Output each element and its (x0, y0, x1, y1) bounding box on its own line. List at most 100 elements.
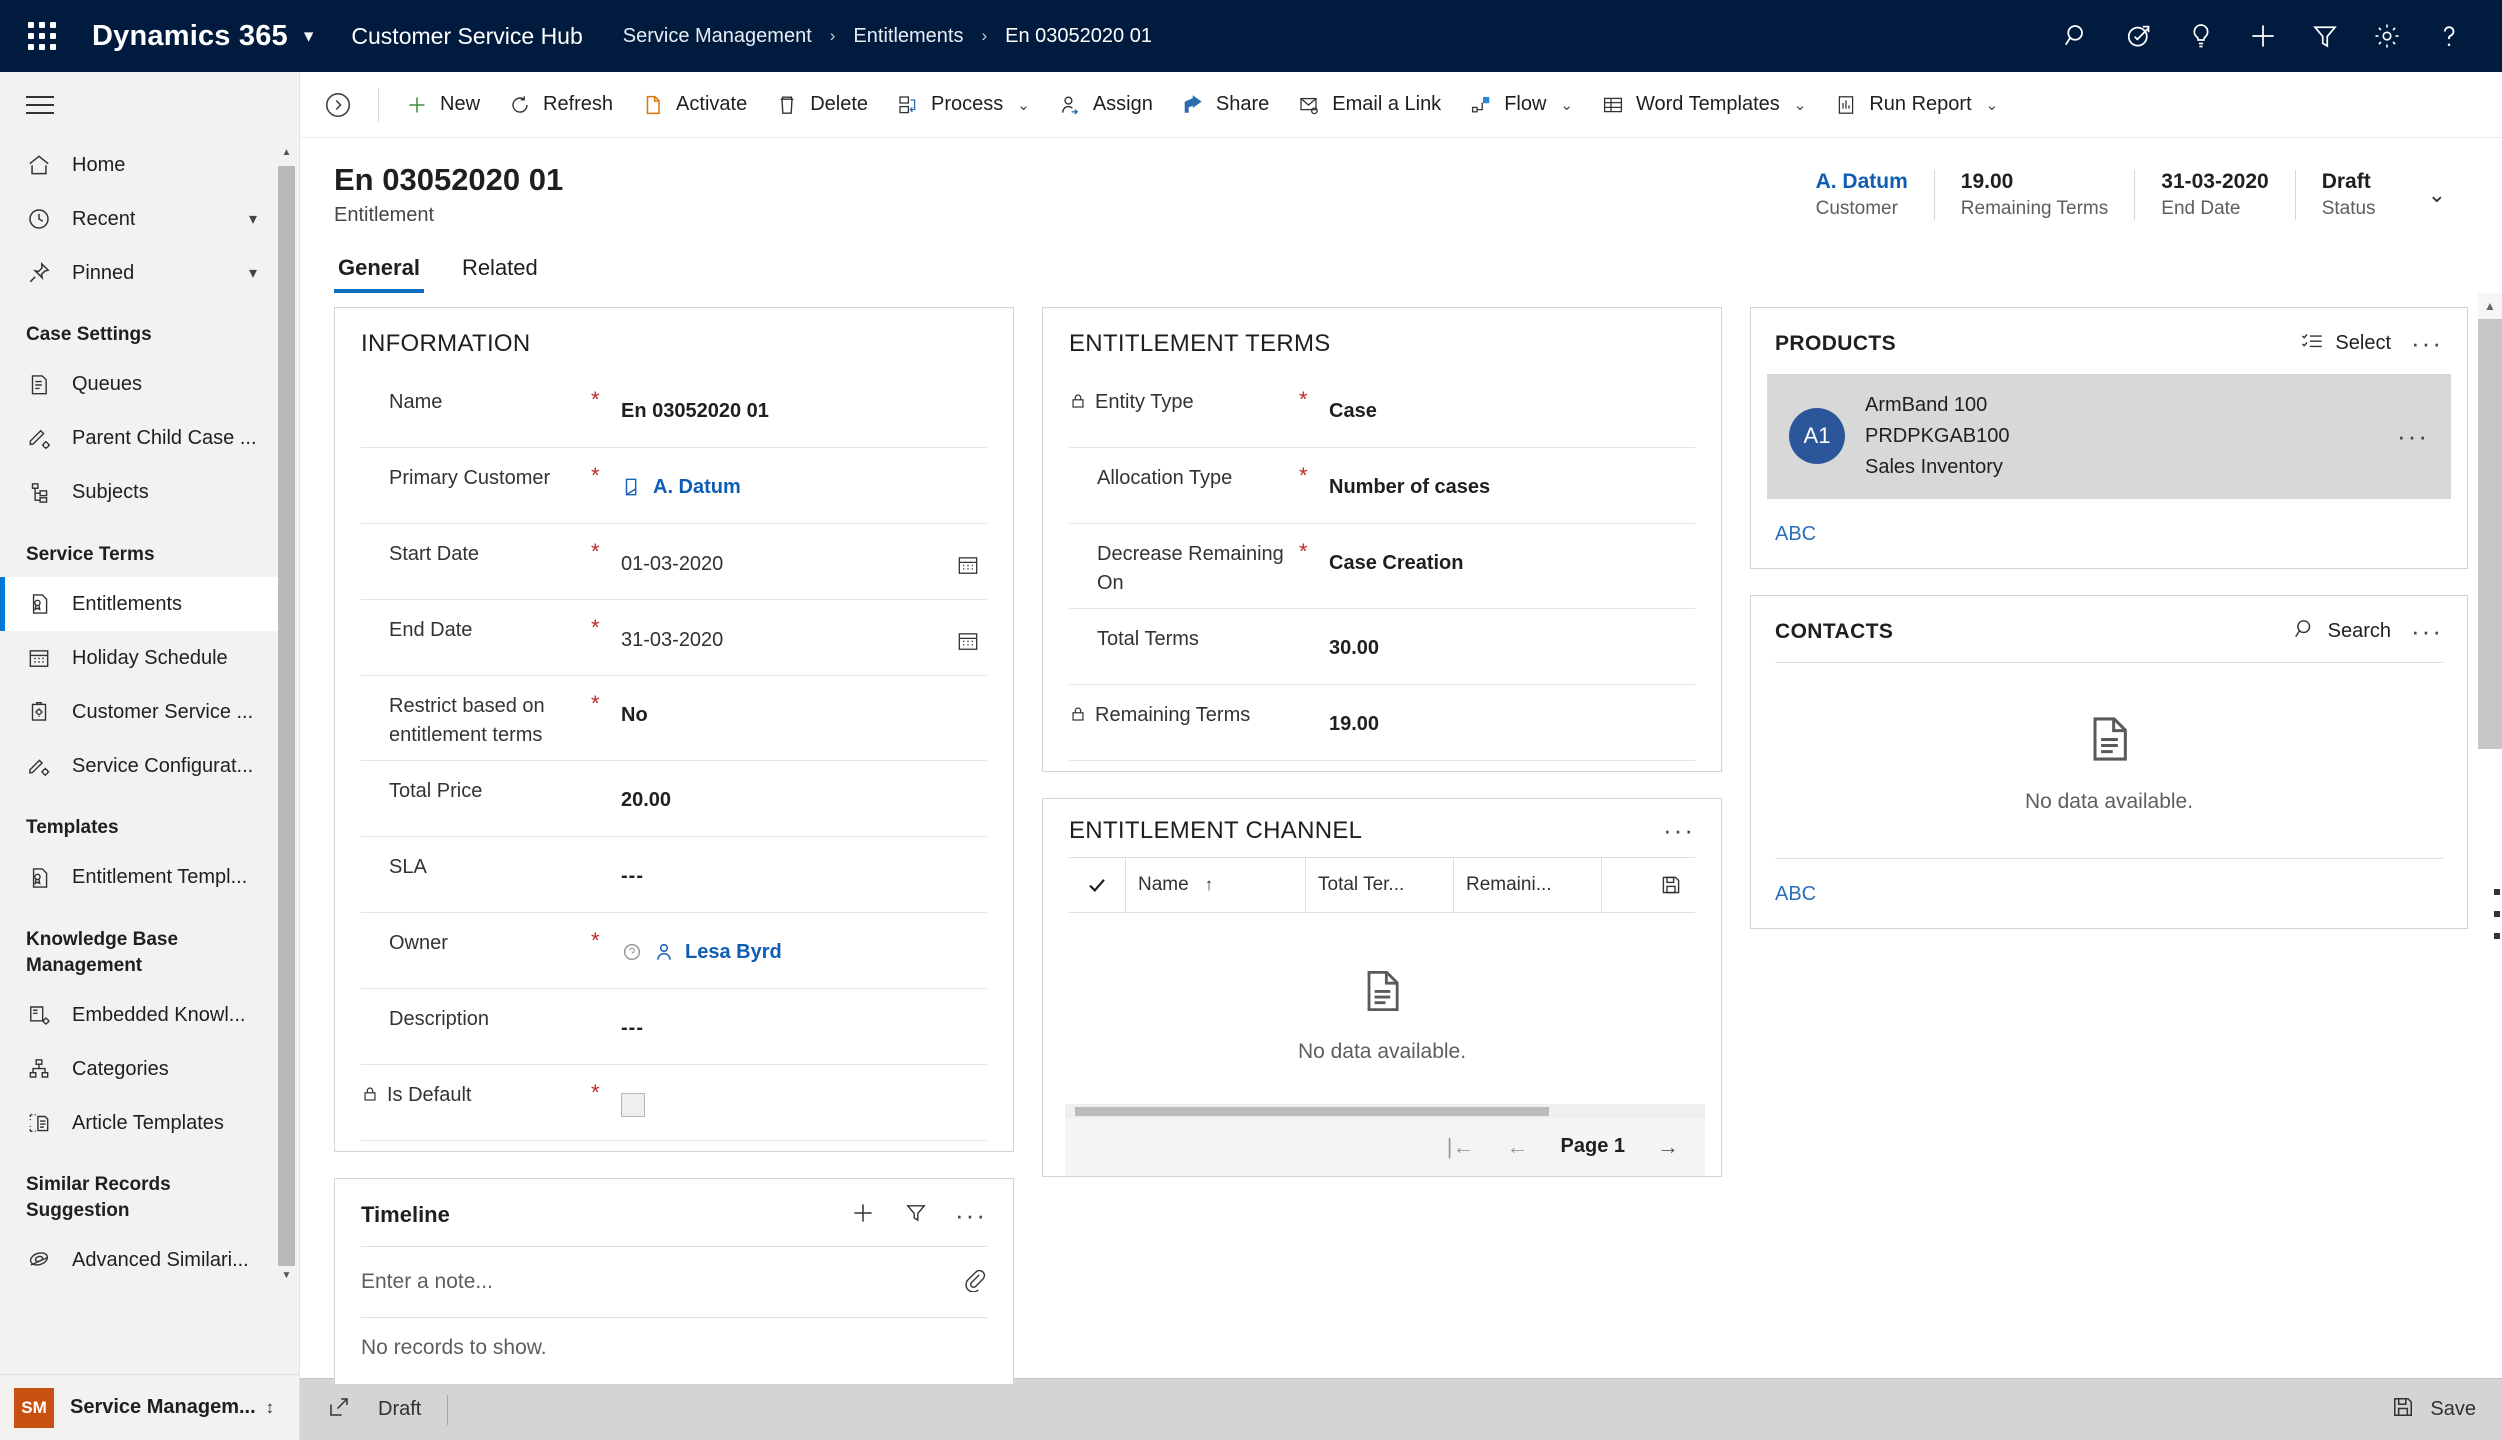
brand-chevron-down-icon[interactable]: ▾ (304, 25, 314, 48)
timeline-note-input[interactable]: Enter a note... (361, 1245, 987, 1318)
is-default-field[interactable] (621, 1081, 987, 1117)
select-all-checkmark-icon[interactable] (1069, 858, 1125, 912)
filter-icon[interactable] (903, 1200, 929, 1231)
plus-icon[interactable] (849, 1199, 877, 1232)
sla-field[interactable]: --- (621, 853, 987, 888)
process-button[interactable]: Process ⌄ (882, 72, 1044, 138)
header-field-value[interactable]: A. Datum (1816, 170, 1908, 194)
tab-related[interactable]: Related (458, 249, 542, 293)
refresh-button[interactable]: Refresh (494, 72, 627, 138)
help-icon[interactable] (2418, 0, 2480, 72)
search-icon[interactable] (2046, 0, 2108, 72)
start-date-field[interactable]: 01-03-2020 (621, 540, 987, 578)
chevron-down-icon[interactable]: ⌄ (1017, 96, 1030, 114)
next-page-icon[interactable]: → (1657, 1134, 1679, 1160)
sidebar-item-service-configuration[interactable]: Service Configurat... (0, 739, 283, 793)
plus-icon[interactable] (2232, 0, 2294, 72)
select-products-button[interactable]: Select (2299, 328, 2391, 360)
chevron-down-icon[interactable]: ⌄ (1794, 96, 1807, 114)
breadcrumb-item-current-record[interactable]: En 03052020 01 (1005, 25, 1152, 48)
sidebar-item-queues[interactable]: Queues (0, 358, 283, 412)
paperclip-icon[interactable] (961, 1266, 987, 1298)
filter-icon[interactable] (2294, 0, 2356, 72)
app-launcher-icon[interactable] (14, 0, 70, 72)
first-page-icon[interactable]: |← (1447, 1134, 1475, 1160)
page-scrollbar[interactable]: ▲ (2478, 292, 2502, 1378)
gear-icon[interactable] (2356, 0, 2418, 72)
scroll-up-icon[interactable]: ▲ (2478, 292, 2502, 319)
chevron-down-icon[interactable]: ▾ (249, 263, 257, 283)
area-switcher-chevron-icon[interactable]: ↕ (266, 1398, 275, 1418)
sidebar-item-entitlement-templates[interactable]: Entitlement Templ... (0, 851, 283, 905)
is-default-checkbox[interactable] (621, 1092, 645, 1117)
sidebar-item-customer-service[interactable]: Customer Service ... (0, 685, 283, 739)
assign-button[interactable]: Assign (1044, 72, 1167, 138)
sidebar-item-home[interactable]: Home (0, 138, 283, 192)
total-terms-field[interactable]: 30.00 (1329, 625, 1695, 660)
total-price-field[interactable]: 20.00 (621, 777, 987, 812)
column-header-remaining-terms[interactable]: Remaini... (1453, 857, 1601, 912)
activate-button[interactable]: Activate (627, 72, 761, 138)
allocation-type-field[interactable]: Number of cases (1329, 464, 1695, 499)
page-scrollbar-thumb[interactable] (2478, 318, 2502, 749)
sidebar-toggle-icon[interactable] (0, 72, 299, 138)
relevance-search-icon[interactable] (2108, 0, 2170, 72)
run-report-button[interactable]: Run Report ⌄ (1820, 72, 2012, 138)
restrict-field[interactable]: No (621, 692, 987, 727)
primary-customer-field[interactable]: A. Datum (621, 464, 987, 499)
email-a-link-button[interactable]: Email a Link (1283, 72, 1455, 138)
sidebar-item-pinned[interactable]: Pinned ▾ (0, 246, 283, 300)
new-button[interactable]: New (391, 72, 494, 138)
previous-page-icon[interactable]: ← (1507, 1134, 1529, 1160)
search-contacts-button[interactable]: Search (2292, 616, 2391, 648)
sidebar-item-subjects[interactable]: Subjects (0, 466, 283, 520)
owner-field[interactable]: Lesa Byrd (621, 929, 987, 964)
breadcrumb-item-service-management[interactable]: Service Management (623, 25, 812, 48)
scroll-down-icon[interactable]: ▼ (278, 1267, 295, 1284)
column-header-total-terms[interactable]: Total Ter... (1305, 857, 1453, 912)
flow-button[interactable]: Flow ⌄ (1455, 72, 1587, 138)
contacts-index-link[interactable]: ABC (1751, 859, 2467, 928)
sidebar-item-embedded-knowledge[interactable]: Embedded Knowl... (0, 988, 283, 1042)
sidebar-scrollbar[interactable]: ▲ ▼ (278, 142, 297, 1330)
lightbulb-icon[interactable] (2170, 0, 2232, 72)
breadcrumb-item-entitlements[interactable]: Entitlements (853, 25, 963, 48)
header-field-customer[interactable]: A. Datum Customer (1790, 170, 1934, 220)
sidebar-item-categories[interactable]: Categories (0, 1042, 283, 1096)
collapse-right-icon[interactable] (310, 90, 366, 120)
decrease-remaining-on-field[interactable]: Case Creation (1329, 540, 1695, 575)
timeline-more-icon[interactable]: ··· (955, 1202, 987, 1228)
calendar-icon[interactable] (955, 552, 987, 578)
sidebar-item-recent[interactable]: Recent ▾ (0, 192, 283, 246)
save-button[interactable]: Save (2390, 1394, 2476, 1426)
subgrid-horizontal-scrollbar[interactable] (1065, 1103, 1705, 1118)
end-date-field[interactable]: 31-03-2020 (621, 616, 987, 654)
sidebar-item-holiday-schedule[interactable]: Holiday Schedule (0, 631, 283, 685)
sidebar-item-entitlements[interactable]: Entitlements (0, 577, 283, 632)
word-templates-button[interactable]: Word Templates ⌄ (1587, 72, 1820, 138)
sidebar-item-article-templates[interactable]: Article Templates (0, 1096, 283, 1150)
contacts-more-icon[interactable]: ··· (2411, 618, 2443, 644)
chevron-down-icon[interactable]: ⌄ (1560, 96, 1573, 114)
scroll-up-icon[interactable]: ▲ (278, 144, 295, 161)
area-switcher[interactable]: SM Service Managem... ↕ (0, 1374, 299, 1440)
subgrid-more-icon[interactable]: ··· (1663, 817, 1695, 843)
chevron-down-icon[interactable]: ⌄ (1986, 96, 1999, 114)
calendar-icon[interactable] (955, 628, 987, 654)
list-item[interactable]: A1 ArmBand 100 PRDPKGAB100 Sales Invento… (1767, 373, 2451, 499)
description-field[interactable]: --- (621, 1005, 987, 1040)
header-expand-chevron-icon[interactable]: ⌄ (2402, 182, 2468, 208)
sidebar-item-advanced-similarity[interactable]: Advanced Similari... (0, 1233, 283, 1287)
app-name[interactable]: Customer Service Hub (351, 23, 582, 50)
delete-button[interactable]: Delete (761, 72, 882, 138)
products-index-link[interactable]: ABC (1751, 499, 2467, 568)
products-more-icon[interactable]: ··· (2411, 330, 2443, 356)
subgrid-save-icon[interactable] (1601, 857, 1695, 912)
share-button[interactable]: Share (1167, 72, 1283, 138)
product-row-more-icon[interactable]: ··· (2397, 423, 2429, 449)
sidebar-scrollbar-thumb[interactable] (278, 166, 295, 1266)
chevron-down-icon[interactable]: ▾ (249, 209, 257, 229)
tab-general[interactable]: General (334, 249, 424, 293)
sidebar-item-parent-child-case[interactable]: Parent Child Case ... (0, 412, 283, 466)
column-header-name[interactable]: Name ↑ (1125, 857, 1305, 912)
